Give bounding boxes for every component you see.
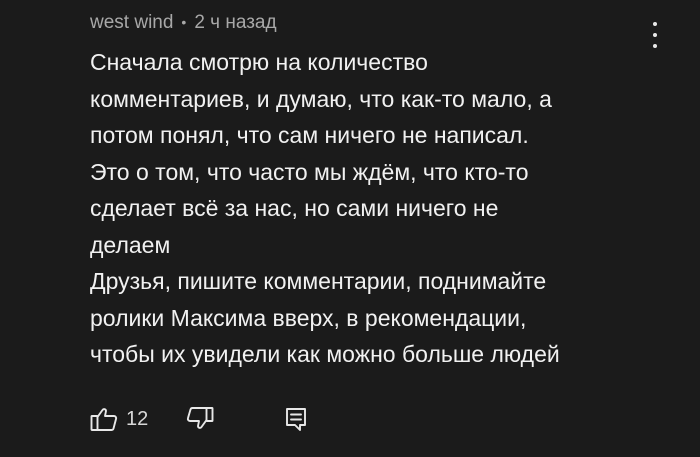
comment-header: west wind • 2 ч назад bbox=[90, 10, 650, 36]
comment-reply-icon bbox=[284, 406, 308, 432]
comment-line: ролики Максима вверх, в рекомендации, bbox=[90, 304, 527, 331]
comment-author[interactable]: west wind bbox=[90, 12, 173, 34]
menu-dot bbox=[653, 22, 657, 26]
dislike-button[interactable] bbox=[186, 406, 214, 432]
meta-separator: • bbox=[181, 14, 187, 30]
comment-line: Друзья, пишите комментарии, поднимайте bbox=[90, 268, 547, 294]
thumbs-up-icon bbox=[90, 406, 118, 432]
comment-text: Сначала смотрю на количество комментарие… bbox=[90, 44, 650, 373]
comment-line: чтобы их увидели как можно больше людей bbox=[90, 341, 560, 367]
comment-actions: 12 bbox=[90, 404, 308, 434]
comment-line: потом понял, что сам ничего не написал. bbox=[90, 122, 529, 148]
reply-button[interactable] bbox=[284, 406, 308, 432]
comment-line: Это о том, что часто мы ждём, что кто-то bbox=[90, 158, 529, 185]
comment-timestamp[interactable]: 2 ч назад bbox=[194, 12, 276, 34]
like-button[interactable]: 12 bbox=[90, 406, 148, 432]
menu-dot bbox=[653, 33, 657, 37]
comment-line: сделает всё за нас, но сами ничего не bbox=[90, 195, 499, 221]
like-count: 12 bbox=[126, 407, 149, 430]
comment-line: делаем bbox=[90, 231, 171, 258]
menu-dot bbox=[653, 44, 657, 48]
comment: west wind • 2 ч назад Сначала смотрю на … bbox=[90, 10, 650, 373]
more-vertical-icon[interactable] bbox=[646, 22, 664, 48]
thumbs-down-icon bbox=[186, 406, 214, 432]
comment-line: Сначала смотрю на количество bbox=[90, 49, 428, 75]
comment-line: комментариев, и думаю, что как-то мало, … bbox=[90, 85, 552, 112]
